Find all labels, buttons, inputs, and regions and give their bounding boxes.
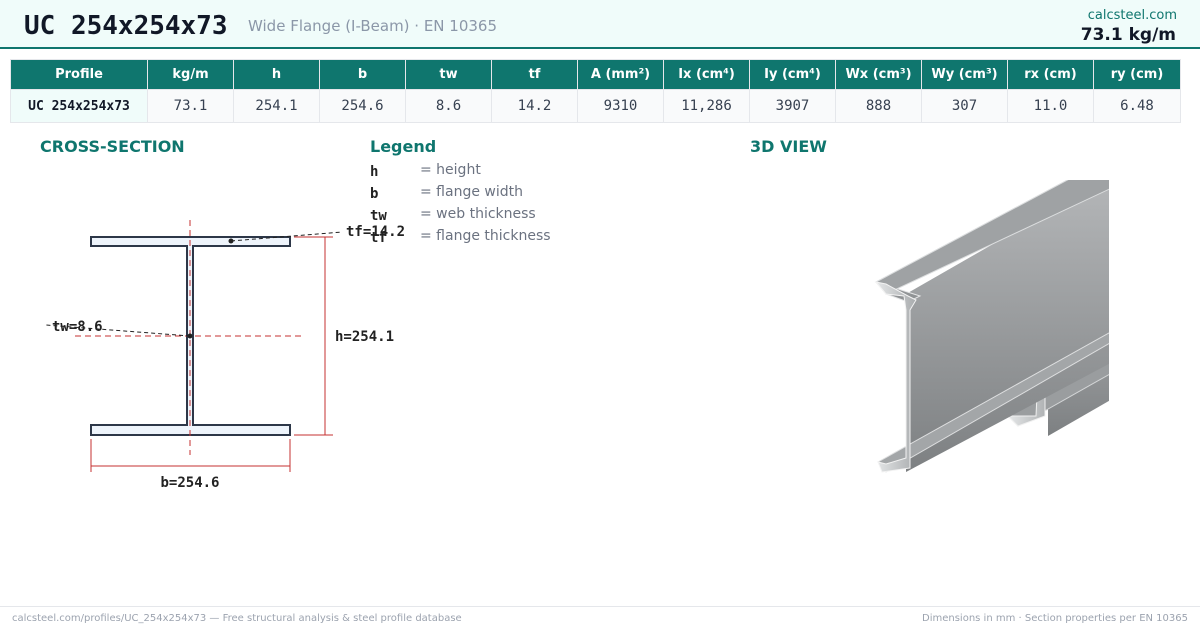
cell-profile: UC 254x254x73 [10, 89, 148, 123]
column-header-rx: rx (cm) [1007, 59, 1094, 90]
table-row: UC 254x254x73 73.1 254.1 254.6 8.6 14.2 … [10, 89, 1181, 123]
column-header-profile: Profile [10, 59, 148, 90]
column-header-h: h [233, 59, 320, 90]
footer-bar: calcsteel.com/profiles/UC_254x254x73 — F… [0, 606, 1200, 630]
cell-iy: 3907 [749, 89, 836, 123]
legend-title: Legend [370, 137, 437, 156]
front-beam-end-face [874, 281, 917, 473]
column-header-iy: Iy (cm⁴) [749, 59, 836, 90]
column-header-b: b [319, 59, 406, 90]
legend-key: h [370, 164, 379, 180]
column-header-tw: tw [405, 59, 492, 90]
cell-kgm: 73.1 [147, 89, 234, 123]
cell-area: 9310 [577, 89, 664, 123]
column-header-ix: Ix (cm⁴) [663, 59, 750, 90]
cell-h: 254.1 [233, 89, 320, 123]
cell-rx: 11.0 [1007, 89, 1094, 123]
section-properties-table: Profile kg/m h b tw tf A (mm²) Ix (cm⁴) … [10, 59, 1181, 123]
footer-note: Dimensions in mm · Section properties pe… [922, 613, 1188, 624]
footer-url[interactable]: calcsteel.com/profiles/UC_254x254x73 — F… [12, 613, 462, 624]
h-dimension-label: h=254.1 [335, 329, 394, 345]
cell-wy: 307 [921, 89, 1008, 123]
cell-wx: 888 [835, 89, 922, 123]
table-header-row: Profile kg/m h b tw tf A (mm²) Ix (cm⁴) … [10, 59, 1181, 90]
profile-title: UC 254x254x73 [24, 11, 228, 41]
cell-ry: 6.48 [1093, 89, 1181, 123]
cell-tw: 8.6 [405, 89, 492, 123]
b-dimension-label: b=254.6 [160, 475, 219, 491]
column-header-wx: Wx (cm³) [835, 59, 922, 90]
cross-section-drawing: h=254.1 b=254.6 tf=14.2 tw=8.6 [45, 220, 405, 491]
site-link[interactable]: calcsteel.com [1088, 8, 1177, 23]
cell-b: 254.6 [319, 89, 406, 123]
column-header-area: A (mm²) [577, 59, 664, 90]
header-bar: UC 254x254x73 Wide Flange (I-Beam) · EN … [0, 0, 1200, 49]
column-header-kgm: kg/m [147, 59, 234, 90]
cell-ix: 11,286 [663, 89, 750, 123]
column-header-ry: ry (cm) [1093, 59, 1181, 90]
cell-tf: 14.2 [491, 89, 578, 123]
tw-dimension-label: tw=8.6 [52, 319, 103, 335]
tf-dimension-label: tf=14.2 [346, 224, 405, 240]
profile-subtitle: Wide Flange (I-Beam) · EN 10365 [248, 17, 498, 35]
cross-section-title: CROSS-SECTION [40, 137, 185, 156]
beam-3d-render [874, 180, 1109, 473]
column-header-tf: tf [491, 59, 578, 90]
view-3d-title: 3D VIEW [750, 137, 827, 156]
legend-description: = height [420, 162, 481, 178]
column-header-wy: Wy (cm³) [921, 59, 1008, 90]
weight-per-meter: 73.1 kg/m [1080, 25, 1176, 45]
